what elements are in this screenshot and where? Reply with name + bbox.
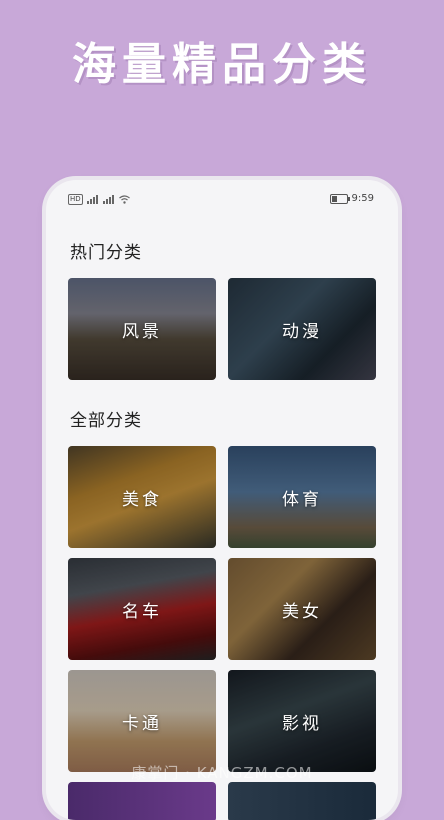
category-card-cars[interactable]: 名车 <box>68 558 216 660</box>
status-left: HD <box>68 194 130 205</box>
category-label: 动漫 <box>282 321 322 342</box>
category-card-cartoon[interactable]: 卡通 <box>68 670 216 772</box>
phone-frame: HD 9:59 热门分类 风景 动漫 全部分类 美食 体育 名车 美女 卡通 影… <box>46 180 398 820</box>
category-label: 名车 <box>122 601 162 622</box>
category-card-food[interactable]: 美食 <box>68 446 216 548</box>
category-card-sports[interactable]: 体育 <box>228 446 376 548</box>
category-card-film[interactable]: 影视 <box>228 670 376 772</box>
signal-icon <box>86 195 99 204</box>
category-card-scenery[interactable]: 风景 <box>68 278 216 380</box>
category-label: 影视 <box>282 713 322 734</box>
hot-section-title: 热门分类 <box>70 243 142 263</box>
promo-banner-title: 海量精品分类 <box>72 39 372 90</box>
category-card-partial[interactable] <box>68 782 216 820</box>
category-label: 美女 <box>282 601 322 622</box>
category-label: 美食 <box>122 489 162 510</box>
category-label: 卡通 <box>122 713 162 734</box>
category-label: 风景 <box>122 321 162 342</box>
signal-icon-2 <box>102 195 115 204</box>
battery-icon <box>329 193 350 204</box>
category-label: 体育 <box>282 489 322 510</box>
wifi-icon <box>118 195 130 204</box>
status-right: 9:59 <box>329 193 374 204</box>
category-card-partial[interactable] <box>228 782 376 820</box>
category-card-beauty[interactable]: 美女 <box>228 558 376 660</box>
category-card-anime[interactable]: 动漫 <box>228 278 376 380</box>
status-time: 9:59 <box>351 193 374 204</box>
status-bar: HD 9:59 <box>46 192 398 208</box>
watermark: 康掌门 · KANGZM.COM <box>131 764 313 782</box>
all-section-title: 全部分类 <box>70 411 142 431</box>
hd-badge: HD <box>68 194 83 205</box>
